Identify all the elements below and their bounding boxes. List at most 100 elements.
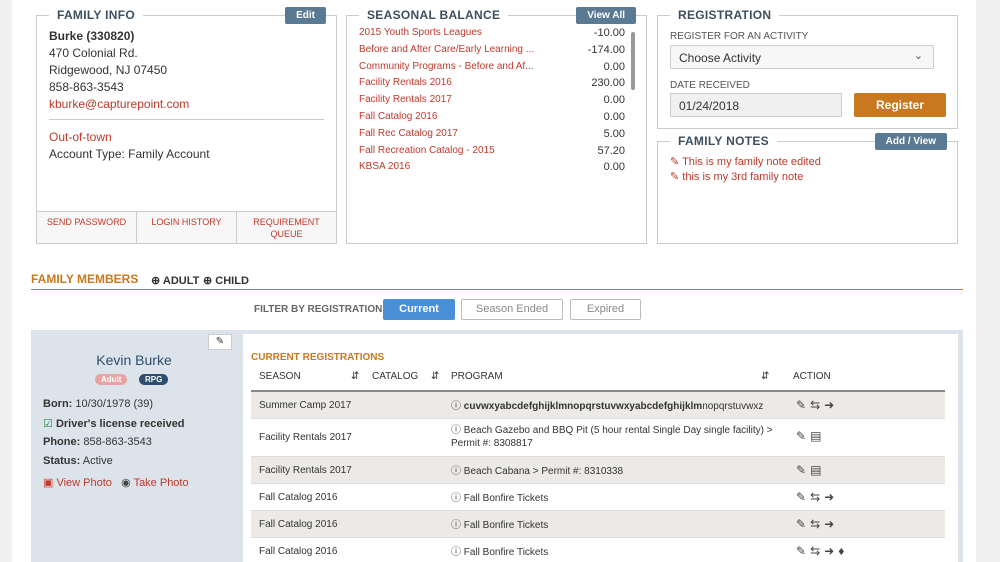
view-photo-link[interactable]: ▣ View Photo (43, 477, 112, 489)
add-child-button[interactable]: ⊕ CHILD (203, 274, 249, 287)
member-name: Kevin Burke (96, 352, 172, 368)
chevron-down-icon: ⌄ (913, 50, 923, 62)
balance-row[interactable]: Community Programs - Before and Af... 0.0… (359, 61, 625, 77)
family-email-link[interactable]: kburke@capturepoint.com (49, 97, 189, 111)
balance-row[interactable]: 2015 Youth Sports Leagues -10.00 (359, 27, 625, 43)
info-icon[interactable]: ⓘ (451, 493, 461, 504)
transfer-icon[interactable]: ⇆ (810, 544, 824, 558)
register-button[interactable]: Register (854, 93, 946, 117)
rpg-badge: RPG (139, 374, 169, 385)
balance-season-link[interactable]: Fall Recreation Catalog - 2015 (359, 145, 539, 156)
registration-title: REGISTRATION (670, 8, 780, 22)
program-header[interactable]: PROGRAM ⇵ (451, 366, 769, 388)
send-password-button[interactable]: SEND PASSWORD (37, 212, 137, 243)
family-info-footer: SEND PASSWORD LOGIN HISTORY REQUIREMENT … (37, 211, 336, 243)
balance-season-link[interactable]: Facility Rentals 2016 (359, 77, 539, 88)
season-cell: Facility Rentals 2017 (259, 465, 352, 476)
balance-row[interactable]: Before and After Care/Early Learning ...… (359, 44, 625, 60)
withdraw-icon[interactable]: ➜ (824, 490, 838, 504)
balance-season-link[interactable]: KBSA 2016 (359, 161, 539, 172)
seasonal-balance-panel: SEASONAL BALANCE View All 2015 Youth Spo… (346, 7, 647, 244)
current-registrations-panel: CURRENT REGISTRATIONS SEASON ⇵ CATALOG ⇵ P… (243, 334, 958, 562)
season-header[interactable]: SEASON ⇵ (259, 366, 359, 388)
withdraw-icon[interactable]: ➜ (824, 517, 838, 531)
edit-icon[interactable]: ✎ (796, 517, 810, 531)
balance-row[interactable]: KBSA 2016 0.00 (359, 161, 625, 177)
add-adult-button[interactable]: ⊕ ADULT (151, 274, 199, 287)
info-icon[interactable]: ⓘ (451, 466, 461, 477)
family-note[interactable]: ✎ This is my family note edited (670, 155, 821, 168)
page: FAMILY INFO Edit Burke (330820) 470 Colo… (12, 0, 976, 562)
edit-family-button[interactable]: Edit (285, 7, 326, 24)
family-notes-title: FAMILY NOTES (670, 134, 777, 148)
adult-badge: Adult (95, 374, 128, 385)
document-icon[interactable]: ▤ (810, 429, 825, 443)
registration-row: Fall Catalog 2016 ⓘ Fall Bonfire Tickets ✎… (251, 538, 945, 562)
season-cell: Fall Catalog 2016 (259, 519, 338, 530)
document-icon[interactable]: ▤ (810, 463, 825, 477)
filter-season-ended-button[interactable]: Season Ended (461, 299, 563, 320)
edit-icon[interactable]: ✎ (796, 490, 810, 504)
ticket-icon[interactable]: ♦ (838, 544, 848, 558)
info-icon[interactable]: ⓘ (451, 425, 461, 436)
program-cell: ⓘ Fall Bonfire Tickets (451, 493, 549, 504)
registration-row: Fall Catalog 2016 ⓘ Fall Bonfire Tickets ✎… (251, 484, 945, 511)
family-phone: 858-863-3543 (49, 80, 124, 94)
family-name: Burke (330820) (49, 29, 135, 43)
info-icon[interactable]: ⓘ (451, 520, 461, 531)
divider (49, 119, 324, 120)
filter-current-button[interactable]: Current (383, 299, 455, 320)
family-note[interactable]: ✎ this is my 3rd family note (670, 170, 803, 183)
add-view-notes-button[interactable]: Add / View (874, 133, 947, 150)
edit-member-button[interactable]: ✎ (208, 334, 232, 350)
balance-season-link[interactable]: Before and After Care/Early Learning ... (359, 44, 539, 55)
family-members-divider (31, 289, 963, 290)
balance-season-link[interactable]: Community Programs - Before and Af... (359, 61, 539, 72)
catalog-header[interactable]: CATALOG ⇵ (372, 366, 439, 388)
balance-season-link[interactable]: Facility Rentals 2017 (359, 94, 539, 105)
take-photo-link[interactable]: ◉ Take Photo (121, 477, 189, 489)
filter-expired-button[interactable]: Expired (570, 299, 641, 320)
requirement-queue-button[interactable]: REQUIREMENT QUEUE (237, 212, 336, 243)
balance-row[interactable]: Fall Recreation Catalog - 2015 57.20 (359, 145, 625, 161)
activity-select[interactable]: Choose Activity ⌄ (670, 45, 934, 69)
balance-season-link[interactable]: Fall Catalog 2016 (359, 111, 539, 122)
transfer-icon[interactable]: ⇆ (810, 398, 824, 412)
balance-season-link[interactable]: 2015 Youth Sports Leagues (359, 27, 539, 38)
transfer-icon[interactable]: ⇆ (810, 490, 824, 504)
photo-links: ▣ View Photo ◉ Take Photo (43, 476, 189, 489)
camera-icon: ◉ (121, 477, 131, 489)
date-received-label: DATE RECEIVED (670, 80, 750, 91)
check-icon: ☑ (43, 418, 53, 430)
edit-icon[interactable]: ✎ (796, 398, 810, 412)
plus-circle-icon: ⊕ (151, 275, 161, 287)
balance-scrollbar[interactable] (631, 32, 635, 90)
edit-icon[interactable]: ✎ (796, 544, 810, 558)
withdraw-icon[interactable]: ➜ (824, 398, 838, 412)
action-icons: ✎▤ (796, 429, 825, 443)
action-icons: ✎⇆➜ (796, 517, 838, 531)
address-line-2: Ridgewood, NJ 07450 (49, 63, 168, 77)
sort-icon: ⇵ (761, 371, 770, 382)
balance-season-link[interactable]: Fall Rec Catalog 2017 (359, 128, 539, 139)
edit-icon[interactable]: ✎ (796, 429, 810, 443)
login-history-button[interactable]: LOGIN HISTORY (137, 212, 237, 243)
registration-row: Facility Rentals 2017 ⓘ Beach Cabana > Pe… (251, 457, 945, 484)
edit-icon[interactable]: ✎ (796, 463, 810, 477)
balance-row[interactable]: Facility Rentals 2017 0.00 (359, 94, 625, 110)
balance-row[interactable]: Facility Rentals 2016 230.00 (359, 77, 625, 93)
balance-row[interactable]: Fall Rec Catalog 2017 5.00 (359, 128, 625, 144)
date-received-input[interactable]: 01/24/2018 (670, 93, 842, 117)
transfer-icon[interactable]: ⇆ (810, 517, 824, 531)
withdraw-icon[interactable]: ➜ (824, 544, 838, 558)
registration-panel: REGISTRATION REGISTER FOR AN ACTIVITY Ch… (657, 8, 958, 129)
season-cell: Summer Camp 2017 (259, 400, 352, 411)
sort-icon: ⇵ (431, 371, 440, 382)
program-cell: ⓘ Beach Gazebo and BBQ Pit (5 hour renta… (451, 425, 773, 449)
program-cell: ⓘ cuvwxyabcdefghijklmnopqrstuvwxyabcdefg… (451, 401, 764, 412)
info-icon[interactable]: ⓘ (451, 547, 461, 558)
balance-row[interactable]: Fall Catalog 2016 0.00 (359, 111, 625, 127)
info-icon[interactable]: ⓘ (451, 401, 461, 412)
view-all-button[interactable]: View All (576, 7, 636, 24)
balance-amount: 0.00 (603, 161, 625, 174)
